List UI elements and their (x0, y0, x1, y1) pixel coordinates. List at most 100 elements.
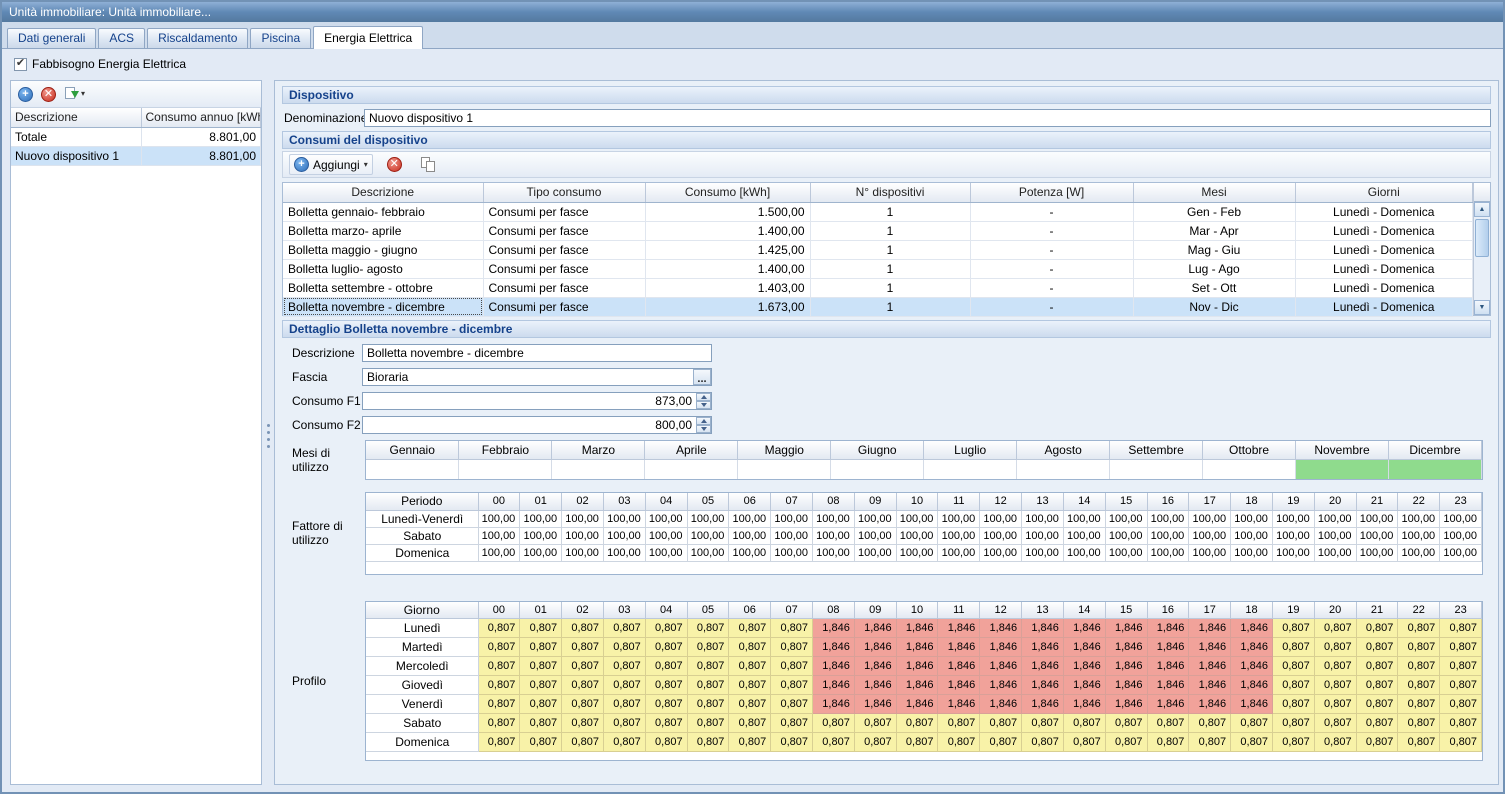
profilo-table-value-cell[interactable]: 0,807 (896, 733, 938, 752)
profilo-table-value-cell[interactable]: 0,807 (1398, 714, 1440, 733)
profilo-table-value-cell[interactable]: 1,846 (980, 657, 1022, 676)
profilo-table-value-cell[interactable]: 0,807 (1440, 657, 1482, 676)
profilo-table-value-cell[interactable]: 0,807 (520, 676, 562, 695)
profilo-table-value-cell[interactable]: 0,807 (478, 714, 520, 733)
profilo-table-value-cell[interactable]: 0,807 (1189, 714, 1231, 733)
profilo-table-value-cell[interactable]: 0,807 (1314, 619, 1356, 638)
profilo-table-value-cell[interactable]: 1,846 (1105, 619, 1147, 638)
profilo-table-value-cell[interactable]: 0,807 (603, 619, 645, 638)
profilo-table-value-cell[interactable]: 1,846 (938, 638, 980, 657)
profilo-table-value-cell[interactable]: 1,846 (980, 619, 1022, 638)
profilo-table-value-cell[interactable]: 1,846 (1189, 638, 1231, 657)
fattore-table-value-cell[interactable]: 100,00 (896, 510, 938, 527)
fattore-table-value-cell[interactable]: 100,00 (1105, 544, 1147, 561)
profilo-table-value-cell[interactable]: 0,807 (1063, 714, 1105, 733)
fattore-table-value-cell[interactable]: 100,00 (1105, 510, 1147, 527)
fattore-table-value-cell[interactable]: 100,00 (980, 544, 1022, 561)
profilo-table-value-cell[interactable]: 0,807 (645, 657, 687, 676)
consumo-f2-spinner[interactable] (696, 417, 711, 433)
month-cell-maggio[interactable] (738, 459, 831, 479)
fattore-table-value-cell[interactable]: 100,00 (1398, 527, 1440, 544)
profilo-table-value-cell[interactable]: 0,807 (1440, 676, 1482, 695)
denominazione-input[interactable] (364, 109, 1491, 127)
profilo-table-value-cell[interactable]: 0,807 (729, 619, 771, 638)
profilo-table-value-cell[interactable]: 0,807 (1356, 714, 1398, 733)
fattore-table-value-cell[interactable]: 100,00 (771, 510, 813, 527)
profilo-table-value-cell[interactable]: 0,807 (1398, 695, 1440, 714)
profilo-table-value-cell[interactable]: 0,807 (771, 733, 813, 752)
profilo-table-value-cell[interactable]: 0,807 (1356, 638, 1398, 657)
profilo-table-value-cell[interactable]: 1,846 (813, 695, 855, 714)
profilo-table-value-cell[interactable]: 0,807 (1189, 733, 1231, 752)
profilo-table-value-cell[interactable]: 0,807 (645, 714, 687, 733)
month-cell-aprile[interactable] (645, 459, 738, 479)
fattore-table-value-cell[interactable]: 100,00 (1356, 544, 1398, 561)
fattore-table-value-cell[interactable]: 100,00 (771, 544, 813, 561)
fattore-table-value-cell[interactable]: 100,00 (729, 510, 771, 527)
fattore-table-value-cell[interactable]: 100,00 (1272, 544, 1314, 561)
profilo-table-value-cell[interactable]: 1,846 (813, 676, 855, 695)
profilo-table-value-cell[interactable]: 0,807 (1398, 619, 1440, 638)
fattore-table-value-cell[interactable]: 100,00 (1147, 544, 1189, 561)
profilo-table-value-cell[interactable]: 1,846 (1189, 657, 1231, 676)
profilo-table-value-cell[interactable]: 1,846 (1022, 676, 1064, 695)
fattore-table-value-cell[interactable]: 100,00 (645, 527, 687, 544)
delete-device-button[interactable]: ✕ (41, 87, 56, 102)
fattore-table-value-cell[interactable]: 100,00 (896, 544, 938, 561)
consumi-col-0[interactable]: Descrizione (283, 183, 483, 202)
profilo-table-value-cell[interactable]: 0,807 (1272, 695, 1314, 714)
devices-col-consumo-annuo[interactable]: Consumo annuo [kWh] (141, 108, 261, 127)
month-cell-febbraio[interactable] (459, 459, 552, 479)
profilo-table-value-cell[interactable]: 1,846 (938, 695, 980, 714)
fattore-table-value-cell[interactable]: 100,00 (771, 527, 813, 544)
month-cell-dicembre[interactable] (1388, 459, 1481, 479)
spinner-up-icon[interactable] (696, 393, 711, 401)
fattore-table-value-cell[interactable]: 100,00 (562, 544, 604, 561)
profilo-table-value-cell[interactable]: 1,846 (1063, 619, 1105, 638)
profilo-table-value-cell[interactable]: 1,846 (980, 695, 1022, 714)
consumi-col-5[interactable]: Mesi (1133, 183, 1295, 202)
profilo-table-value-cell[interactable]: 0,807 (729, 657, 771, 676)
profilo-table-value-cell[interactable]: 0,807 (603, 714, 645, 733)
profilo-table-value-cell[interactable]: 0,807 (687, 657, 729, 676)
scroll-up-button[interactable]: ▲ (1474, 202, 1490, 217)
profilo-table-value-cell[interactable]: 0,807 (771, 619, 813, 638)
fattore-table-value-cell[interactable]: 100,00 (1231, 527, 1273, 544)
profilo-table-value-cell[interactable]: 1,846 (813, 638, 855, 657)
profilo-table-value-cell[interactable]: 0,807 (1356, 676, 1398, 695)
profilo-table-value-cell[interactable]: 0,807 (854, 714, 896, 733)
consumi-col-3[interactable]: N° dispositivi (810, 183, 970, 202)
export-device-button[interactable]: ▾ (64, 87, 85, 102)
profilo-table-value-cell[interactable]: 0,807 (1398, 657, 1440, 676)
profilo-table-value-cell[interactable]: 0,807 (520, 657, 562, 676)
month-cell-gennaio[interactable] (366, 459, 459, 479)
profilo-table-value-cell[interactable]: 1,846 (1063, 657, 1105, 676)
profilo-table-value-cell[interactable]: 0,807 (813, 733, 855, 752)
profilo-table-value-cell[interactable]: 0,807 (729, 676, 771, 695)
profilo-table-value-cell[interactable]: 0,807 (1314, 638, 1356, 657)
month-cell-settembre[interactable] (1110, 459, 1203, 479)
profilo-table-value-cell[interactable]: 0,807 (687, 638, 729, 657)
fattore-table-value-cell[interactable]: 100,00 (520, 544, 562, 561)
profilo-table-value-cell[interactable]: 1,846 (1231, 676, 1273, 695)
profilo-table-value-cell[interactable]: 0,807 (562, 638, 604, 657)
consumo-f2-input[interactable] (362, 416, 712, 434)
profilo-table-value-cell[interactable]: 0,807 (1398, 676, 1440, 695)
profilo-table-value-cell[interactable]: 1,846 (1231, 638, 1273, 657)
month-cell-ottobre[interactable] (1203, 459, 1296, 479)
fattore-table-value-cell[interactable]: 100,00 (1189, 527, 1231, 544)
fattore-table-value-cell[interactable]: 100,00 (562, 527, 604, 544)
tab-piscina[interactable]: Piscina (250, 28, 311, 48)
consumi-row[interactable]: Bolletta settembre - ottobreConsumi per … (283, 278, 1473, 297)
profilo-table-value-cell[interactable]: 0,807 (603, 733, 645, 752)
fattore-table-value-cell[interactable]: 100,00 (1063, 510, 1105, 527)
profilo-table-value-cell[interactable]: 1,846 (1147, 676, 1189, 695)
profilo-table-value-cell[interactable]: 0,807 (771, 638, 813, 657)
profilo-table-value-cell[interactable]: 0,807 (771, 714, 813, 733)
fattore-table-value-cell[interactable]: 100,00 (562, 510, 604, 527)
spinner-up-icon[interactable] (696, 417, 711, 425)
aggiungi-button[interactable]: + Aggiungi ▾ (289, 154, 373, 175)
consumi-row[interactable]: Bolletta marzo- aprileConsumi per fasce1… (283, 221, 1473, 240)
tab-acs[interactable]: ACS (98, 28, 145, 48)
spinner-down-icon[interactable] (696, 425, 711, 433)
